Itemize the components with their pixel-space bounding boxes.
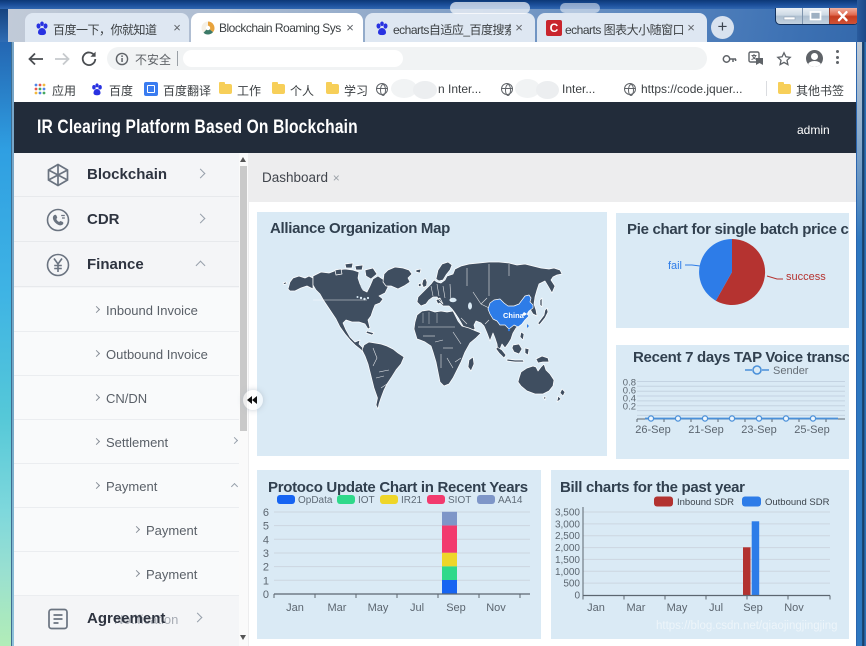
svg-text:May: May [667, 602, 688, 614]
svg-text:Nov: Nov [486, 602, 506, 614]
svg-text:Outbound SDR: Outbound SDR [765, 497, 830, 508]
svg-text:AA14: AA14 [498, 495, 523, 506]
svg-text:0.2: 0.2 [623, 402, 636, 413]
svg-text:IR21: IR21 [401, 495, 423, 506]
svg-text:5: 5 [263, 521, 269, 533]
svg-text:Sep: Sep [446, 602, 466, 614]
svg-text:fail: fail [668, 260, 682, 272]
svg-text:Jul: Jul [410, 602, 424, 614]
svg-text:1,500: 1,500 [555, 555, 580, 566]
svg-text:SIOT: SIOT [448, 495, 471, 506]
svg-text:Sep: Sep [743, 602, 763, 614]
svg-text:China: China [503, 311, 525, 320]
svg-text:25-Sep: 25-Sep [794, 424, 829, 436]
svg-text:2,000: 2,000 [555, 543, 580, 554]
svg-text:23-Sep: 23-Sep [741, 424, 776, 436]
svg-text:Inbound SDR: Inbound SDR [677, 497, 734, 508]
svg-text:Sender: Sender [773, 365, 809, 377]
svg-text:Jan: Jan [286, 602, 304, 614]
svg-text:1,000: 1,000 [555, 567, 580, 578]
svg-text:500: 500 [563, 579, 580, 590]
svg-text:26-Sep: 26-Sep [635, 424, 670, 436]
svg-text:OpData: OpData [298, 495, 333, 506]
svg-text:0: 0 [263, 589, 269, 601]
svg-text:IOT: IOT [358, 495, 375, 506]
svg-text:May: May [368, 602, 389, 614]
svg-text:Jul: Jul [709, 602, 723, 614]
svg-text:3: 3 [263, 548, 269, 560]
svg-text:0: 0 [574, 591, 580, 602]
svg-text:1: 1 [263, 575, 269, 587]
svg-text:4: 4 [263, 534, 269, 546]
svg-text:6: 6 [263, 507, 269, 519]
svg-text:success: success [786, 271, 826, 283]
svg-text:21-Sep: 21-Sep [688, 424, 723, 436]
svg-text:2,500: 2,500 [555, 531, 580, 542]
svg-text:Mar: Mar [627, 602, 646, 614]
svg-text:2: 2 [263, 562, 269, 574]
svg-text:3,500: 3,500 [555, 508, 580, 519]
svg-text:Mar: Mar [328, 602, 347, 614]
svg-text:Jan: Jan [587, 602, 605, 614]
svg-text:3,000: 3,000 [555, 519, 580, 530]
svg-text:Nov: Nov [784, 602, 804, 614]
